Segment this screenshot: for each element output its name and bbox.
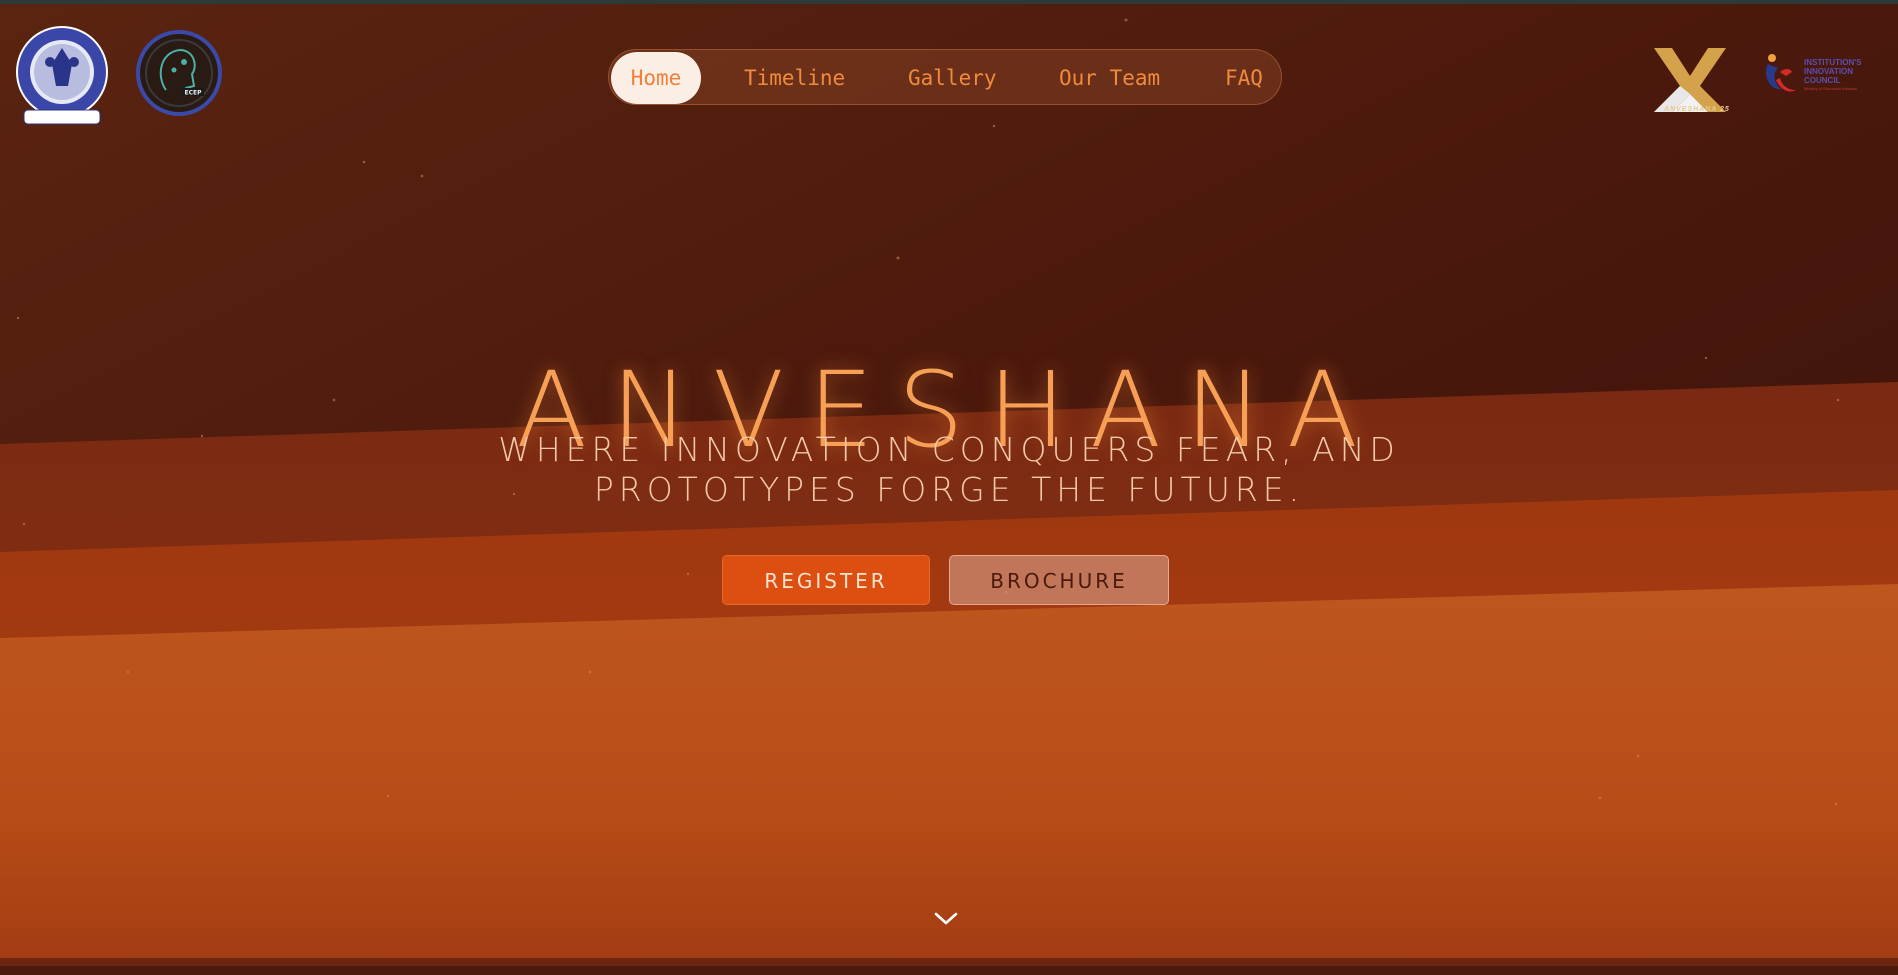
register-button[interactable]: Register: [722, 555, 930, 605]
chevron-down-icon[interactable]: [932, 908, 960, 928]
hero-subtitle-line1: Where innovation conquers fear, and: [498, 430, 1400, 469]
svg-text:ECEP: ECEP: [185, 90, 203, 97]
nav-gallery[interactable]: Gallery: [908, 52, 997, 104]
nav-our-team[interactable]: Our Team: [1059, 52, 1160, 104]
footer-strip-dark: [0, 966, 1898, 975]
iic-logo-subtext: Ministry of Education Initiative: [1804, 86, 1857, 91]
nav-faq[interactable]: FAQ: [1225, 52, 1263, 104]
brochure-button[interactable]: Brochure: [949, 555, 1169, 605]
ecep-club-logo[interactable]: ECEP: [132, 30, 226, 116]
main-nav: Home Timeline Gallery Our Team FAQ: [608, 49, 1282, 105]
nav-timeline[interactable]: Timeline: [744, 52, 845, 104]
anveshana-logo-caption: ANVESHANA 25: [1664, 106, 1730, 113]
hero-subtitle-line2: prototypes forge the future.: [593, 470, 1305, 509]
college-seal-logo[interactable]: [14, 24, 110, 128]
hero-subtitle: Where innovation conquers fear, and prot…: [440, 430, 1458, 510]
nav-home[interactable]: Home: [611, 52, 701, 104]
iic-logo-text: INSTITUTION'S INNOVATION COUNCIL: [1804, 58, 1862, 85]
